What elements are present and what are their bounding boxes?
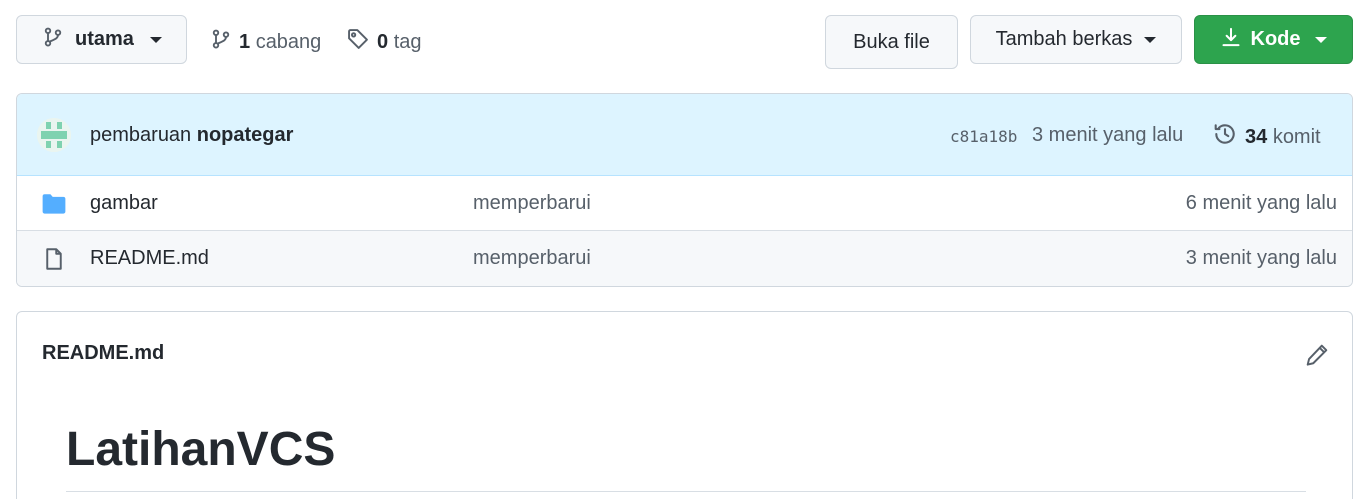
code-button[interactable]: Kode bbox=[1194, 15, 1353, 64]
chevron-down-icon bbox=[1314, 36, 1327, 43]
history-icon bbox=[1213, 122, 1237, 152]
branch-name: utama bbox=[75, 28, 134, 50]
branch-select-button[interactable]: utama bbox=[16, 15, 187, 64]
branch-count: 1 bbox=[239, 30, 251, 53]
repo-toolbar: utama 1 cabang 0 tag Buka file Tambah be… bbox=[0, 0, 1369, 80]
tag-count: 0 bbox=[377, 30, 389, 53]
file-commit-message[interactable]: memperbarui bbox=[473, 192, 591, 215]
add-file-button[interactable]: Tambah berkas bbox=[970, 15, 1182, 64]
tag-icon bbox=[347, 28, 369, 56]
commit-sha[interactable]: c81a18b bbox=[950, 127, 1017, 146]
git-branch-icon bbox=[211, 28, 231, 56]
file-row[interactable]: README.md memperbarui 3 menit yang lalu bbox=[17, 231, 1352, 286]
commit-time: 3 menit yang lalu bbox=[1032, 124, 1184, 146]
branch-count-label: cabang bbox=[255, 30, 322, 53]
open-file-button[interactable]: Buka file bbox=[825, 15, 958, 69]
commit-author[interactable]: nopategar bbox=[197, 124, 294, 146]
file-commit-time: 3 menit yang lalu bbox=[1185, 247, 1337, 269]
chevron-down-icon bbox=[1144, 36, 1157, 43]
readme-filename[interactable]: README.md bbox=[42, 342, 164, 365]
commit-count-label: komit bbox=[1272, 125, 1321, 148]
file-commit-message[interactable]: memperbarui bbox=[473, 247, 591, 270]
divider bbox=[66, 491, 1306, 492]
git-branch-icon bbox=[43, 26, 63, 54]
download-icon bbox=[1221, 26, 1241, 54]
file-browser: pembaruan nopategar c81a18b 3 menit yang… bbox=[16, 93, 1353, 287]
readme-heading: LatihanVCS bbox=[66, 423, 336, 476]
code-label: Kode bbox=[1250, 28, 1301, 50]
latest-commit-bar: pembaruan nopategar c81a18b 3 menit yang… bbox=[17, 94, 1352, 176]
commit-history-link[interactable]: 34 komit bbox=[1213, 122, 1321, 152]
commit-count: 34 bbox=[1245, 125, 1268, 148]
pencil-icon[interactable] bbox=[1305, 343, 1329, 372]
add-file-label: Tambah berkas bbox=[995, 28, 1133, 50]
tags-link[interactable]: 0 tag bbox=[347, 28, 422, 56]
open-file-label: Buka file bbox=[853, 30, 930, 53]
avatar[interactable] bbox=[37, 118, 71, 152]
tag-count-label: tag bbox=[393, 30, 422, 53]
file-commit-time: 6 menit yang lalu bbox=[1185, 192, 1337, 214]
file-name[interactable]: gambar bbox=[90, 192, 158, 215]
file-row[interactable]: gambar memperbarui 6 menit yang lalu bbox=[17, 176, 1352, 231]
folder-icon bbox=[41, 192, 67, 221]
file-icon bbox=[41, 247, 67, 276]
commit-message: pembaruan nopategar bbox=[90, 124, 293, 147]
commit-message-text[interactable]: pembaruan bbox=[90, 124, 191, 146]
file-name[interactable]: README.md bbox=[90, 247, 209, 270]
chevron-down-icon bbox=[149, 36, 162, 43]
branches-link[interactable]: 1 cabang bbox=[211, 28, 321, 56]
readme-panel: README.md LatihanVCS bbox=[16, 311, 1353, 499]
